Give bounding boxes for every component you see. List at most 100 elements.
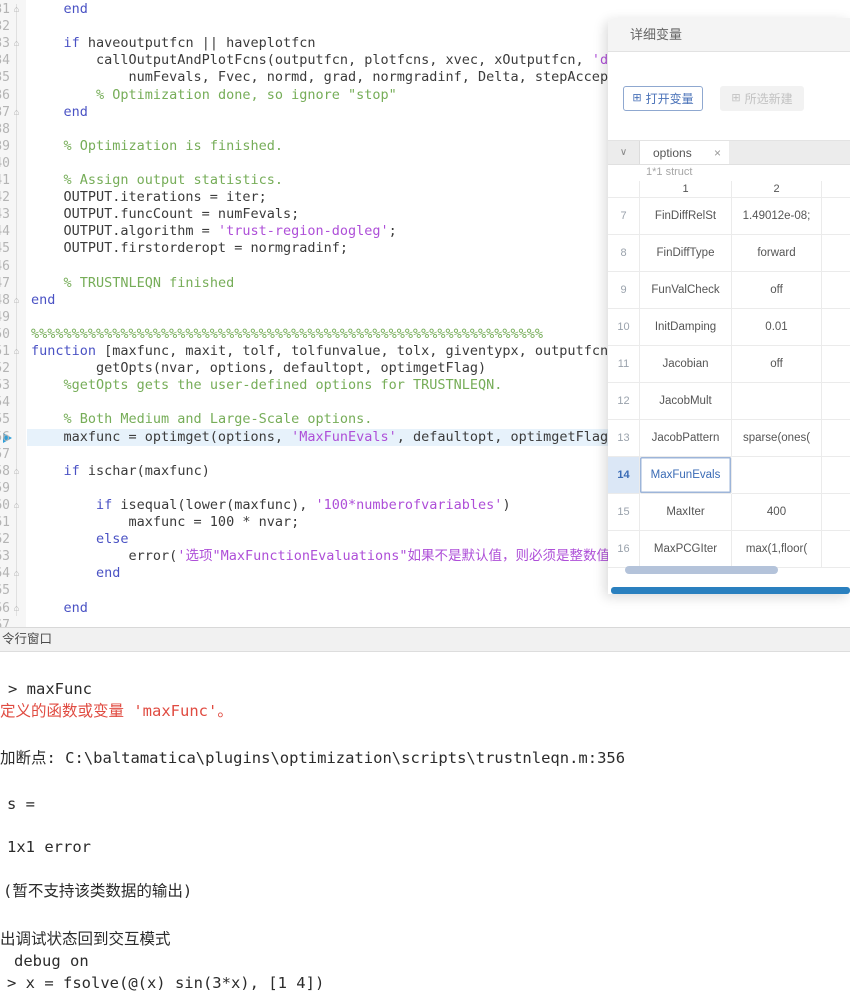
line-number: 336 bbox=[0, 87, 10, 104]
line-number: 352 bbox=[0, 360, 10, 377]
cell-empty[interactable] bbox=[822, 272, 850, 309]
cell-field-value[interactable]: off bbox=[732, 346, 822, 383]
cell-empty[interactable] bbox=[822, 420, 850, 457]
row-number[interactable]: 16 bbox=[608, 531, 640, 568]
line-number: 351 bbox=[0, 343, 10, 360]
line-number: 362 bbox=[0, 531, 10, 548]
code-line: % Assign output statistics. bbox=[31, 172, 283, 189]
cell-field-name[interactable]: JacobPattern bbox=[640, 420, 732, 457]
grid-icon: ⊞ bbox=[632, 93, 641, 104]
cell-empty[interactable] bbox=[822, 383, 850, 420]
line-number: 345 bbox=[0, 240, 10, 257]
column-header[interactable]: 1 bbox=[640, 181, 732, 198]
line-number: 364 bbox=[0, 565, 10, 582]
cell-empty[interactable] bbox=[822, 457, 850, 494]
command-window-title: 令行窗口 bbox=[2, 628, 52, 651]
cell-field-name[interactable]: MaxIter bbox=[640, 494, 732, 531]
console-line: > x = fsolve(@(x) sin(3*x), [1 4]) bbox=[7, 974, 324, 993]
row-number[interactable]: 11 bbox=[608, 346, 640, 383]
table-row: 16MaxPCGItermax(1,floor( bbox=[608, 531, 850, 568]
code-line: % TRUSTNLEQN finished bbox=[31, 275, 234, 292]
fold-marker-icon[interactable]: ⌂ bbox=[10, 104, 23, 121]
cell-field-name[interactable]: FinDiffType bbox=[640, 235, 732, 272]
grid-icon: ⊞ bbox=[731, 93, 740, 104]
cell-empty[interactable] bbox=[822, 198, 850, 235]
code-line: %%%%%%%%%%%%%%%%%%%%%%%%%%%%%%%%%%%%%%%%… bbox=[31, 326, 543, 343]
table-row: 15MaxIter400 bbox=[608, 494, 850, 531]
fold-marker-icon[interactable]: ⌂ bbox=[10, 565, 23, 582]
code-line: end bbox=[31, 292, 55, 309]
cell-field-name[interactable]: InitDamping bbox=[640, 309, 732, 346]
selected-cell-field-name[interactable]: MaxFunEvals bbox=[640, 457, 732, 494]
line-number: 335 bbox=[0, 69, 10, 86]
row-number[interactable]: 10 bbox=[608, 309, 640, 346]
code-line: if ischar(maxfunc) bbox=[31, 463, 210, 480]
code-line: OUTPUT.funcCount = numFevals; bbox=[31, 206, 299, 223]
chevron-down-icon[interactable]: ∨ bbox=[608, 141, 640, 164]
cell-empty[interactable] bbox=[822, 309, 850, 346]
tab-options[interactable]: options × bbox=[640, 141, 729, 164]
cell-field-value[interactable]: forward bbox=[732, 235, 822, 272]
fold-guide-line bbox=[16, 4, 17, 616]
fold-marker-icon[interactable]: ⌂ bbox=[10, 463, 23, 480]
cell-empty[interactable] bbox=[822, 235, 850, 272]
close-icon[interactable]: × bbox=[714, 146, 729, 160]
line-number: 347 bbox=[0, 275, 10, 292]
new-from-selection-button[interactable]: ⊞ 所选新建 bbox=[720, 86, 804, 111]
line-number: 363 bbox=[0, 548, 10, 565]
cell-field-name[interactable]: FinDiffRelSt bbox=[640, 198, 732, 235]
code-line: % Optimization done, so ignore "stop" bbox=[31, 87, 397, 104]
table-row: 10InitDamping0.01 bbox=[608, 309, 850, 346]
variables-panel: 详细变量 ⊞ 打开变量 ⊞ 所选新建 ∨ options × 1*1 struc… bbox=[608, 18, 850, 594]
fold-marker-icon[interactable]: ⌂ bbox=[10, 35, 23, 52]
row-number[interactable]: 9 bbox=[608, 272, 640, 309]
open-variable-button[interactable]: ⊞ 打开变量 bbox=[623, 86, 703, 111]
row-number[interactable]: 8 bbox=[608, 235, 640, 272]
cell-field-value[interactable]: sparse(ones( bbox=[732, 420, 822, 457]
cell-field-name[interactable]: JacobMult bbox=[640, 383, 732, 420]
fold-marker-icon[interactable]: ⌂ bbox=[10, 292, 23, 309]
cell-field-value[interactable]: 1.49012e-08; bbox=[732, 198, 822, 235]
cell-empty[interactable] bbox=[822, 531, 850, 568]
fold-marker-icon[interactable]: ⌂ bbox=[10, 497, 23, 514]
table-row: 14MaxFunEvals bbox=[608, 457, 850, 494]
table-row: 8FinDiffTypeforward bbox=[608, 235, 850, 272]
horizontal-scrollbar[interactable] bbox=[608, 566, 850, 575]
fold-marker-icon[interactable]: ⌂ bbox=[10, 1, 23, 18]
cell-field-name[interactable]: Jacobian bbox=[640, 346, 732, 383]
cell-field-name[interactable]: MaxPCGIter bbox=[640, 531, 732, 568]
cell-field-value[interactable]: off bbox=[732, 272, 822, 309]
cell-empty[interactable] bbox=[822, 494, 850, 531]
code-line: if haveoutputfcn || haveplotfcn bbox=[31, 35, 315, 52]
command-window[interactable]: > maxFunc定义的函数或变量 'maxFunc'。加断点: C:\balt… bbox=[0, 652, 850, 1000]
console-error-line: 定义的函数或变量 'maxFunc'。 bbox=[0, 702, 233, 721]
row-number[interactable]: 15 bbox=[608, 494, 640, 531]
code-line: error('选项"MaxFunctionEvaluations"如果不是默认值… bbox=[31, 548, 640, 565]
cell-field-value[interactable]: max(1,floor( bbox=[732, 531, 822, 568]
cell-field-value[interactable] bbox=[732, 457, 822, 494]
scrollbar-thumb[interactable] bbox=[625, 566, 778, 574]
fold-marker-icon[interactable]: ⌂ bbox=[10, 600, 23, 617]
column-header[interactable]: 2 bbox=[732, 181, 822, 198]
console-line: 加断点: C:\baltamatica\plugins\optimization… bbox=[0, 749, 625, 768]
cell-field-name[interactable]: FunValCheck bbox=[640, 272, 732, 309]
row-number[interactable]: 13 bbox=[608, 420, 640, 457]
line-number: 354 bbox=[0, 394, 10, 411]
row-number[interactable]: 7 bbox=[608, 198, 640, 235]
code-line: OUTPUT.algorithm = 'trust-region-dogleg'… bbox=[31, 223, 397, 240]
cell-empty[interactable] bbox=[822, 346, 850, 383]
line-number: 343 bbox=[0, 206, 10, 223]
row-number[interactable]: 14 bbox=[608, 457, 640, 494]
row-number[interactable]: 12 bbox=[608, 383, 640, 420]
cell-field-value[interactable]: 0.01 bbox=[732, 309, 822, 346]
fold-marker-icon[interactable]: ⌂ bbox=[10, 343, 23, 360]
cell-field-value[interactable] bbox=[732, 383, 822, 420]
code-line: if isequal(lower(maxfunc), '100*numberof… bbox=[31, 497, 511, 514]
line-number: 346 bbox=[0, 258, 10, 275]
code-line: OUTPUT.iterations = iter; bbox=[31, 189, 267, 206]
panel-bottom-bar bbox=[611, 587, 850, 594]
line-number: 353 bbox=[0, 377, 10, 394]
code-line: % Both Medium and Large-Scale options. bbox=[31, 411, 372, 428]
cell-field-value[interactable]: 400 bbox=[732, 494, 822, 531]
console-line: 1x1 error bbox=[7, 838, 91, 857]
